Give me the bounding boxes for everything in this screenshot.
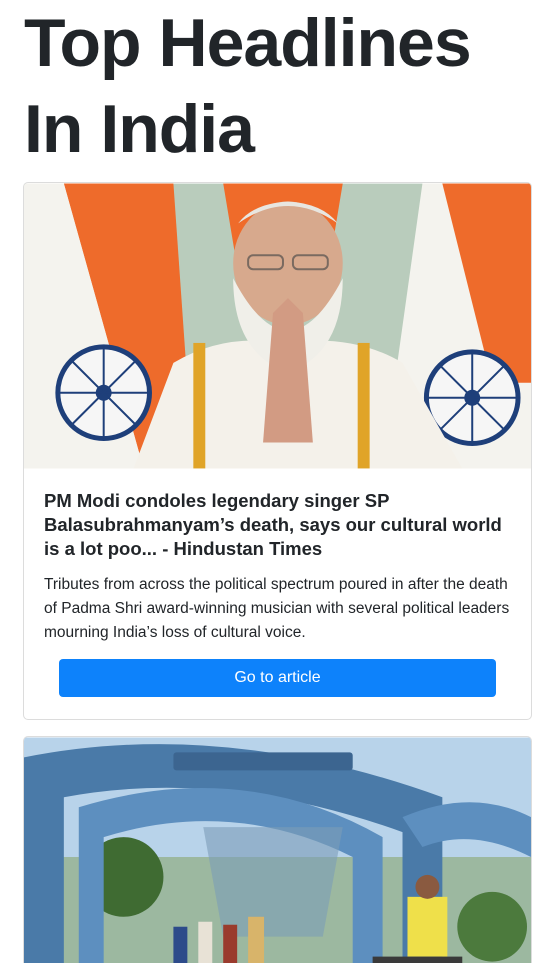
article-description: Tributes from across the political spect… [44, 576, 510, 641]
article-card: PM Modi condoles legendary singer SP Bal… [23, 182, 532, 720]
page-title: Top Headlines In India [24, 5, 472, 167]
article-title: PM Modi condoles legendary singer SP Bal… [44, 490, 502, 559]
article-card [23, 736, 532, 963]
go-to-article-button[interactable]: Go to article [59, 659, 496, 697]
article-image[interactable] [24, 183, 531, 469]
article-image[interactable] [24, 737, 531, 963]
